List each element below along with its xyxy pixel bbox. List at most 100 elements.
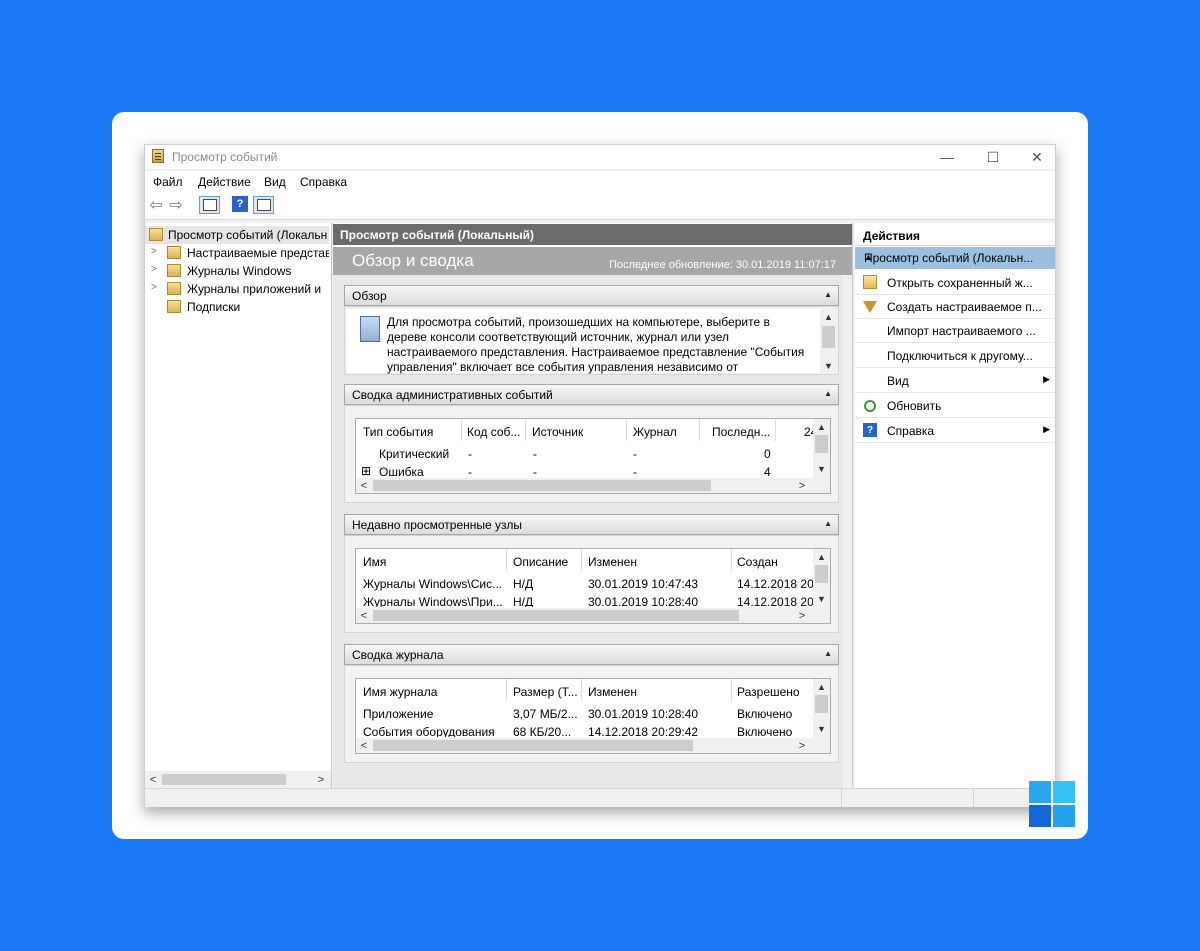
scroll-down-icon[interactable]: ▼ [813,591,830,606]
action-view[interactable]: Вид ▶ [855,369,1055,393]
column-header[interactable]: Имя журнала [363,685,437,699]
table-row[interactable]: Критический - - - 0 [356,447,816,465]
collapse-icon[interactable]: ▲ [864,252,1049,262]
actions-group-header[interactable]: Просмотр событий (Локальн... ▲ [855,247,1055,269]
column-header[interactable]: Журнал [633,425,677,439]
overview-vertical-scrollbar[interactable]: ▲ ▼ [820,309,837,373]
scroll-thumb[interactable] [815,435,828,453]
column-divider[interactable] [731,549,732,571]
column-header[interactable]: Код соб... [467,425,520,439]
horizontal-scrollbar[interactable]: < > [356,738,830,753]
expand-icon[interactable]: ⊞ [361,465,371,477]
collapse-icon[interactable]: ▲ [824,290,832,299]
column-header[interactable]: Последн... [712,425,770,439]
table-row[interactable]: Журналы Windows\При... Н/Д 30.01.2019 10… [356,595,814,607]
scroll-right-icon[interactable]: > [794,608,810,623]
scroll-left-icon[interactable]: < [356,478,372,493]
action-refresh[interactable]: Обновить [855,394,1055,418]
scroll-up-icon[interactable]: ▲ [813,419,830,434]
scroll-thumb[interactable] [373,740,693,751]
menu-file[interactable]: Файл [153,175,183,189]
tree-item-app-logs[interactable]: > Журналы приложений и [145,280,329,298]
scroll-down-icon[interactable]: ▼ [813,461,830,476]
action-help[interactable]: ? Справка ▶ [855,419,1055,443]
table-row[interactable]: ⊞ Ошибка - - - 4 [356,465,816,477]
column-header[interactable]: Имя [363,555,386,569]
column-header[interactable]: Создан [737,555,778,569]
menu-action[interactable]: Действие [198,175,251,189]
section-recent-nodes-header[interactable]: Недавно просмотренные узлы ▲ [344,514,839,535]
scroll-thumb[interactable] [373,610,739,621]
vertical-scrollbar[interactable]: ▲ ▼ [813,419,830,478]
table-row[interactable]: Приложение 3,07 МБ/2... 30.01.2019 10:28… [356,707,814,725]
scroll-right-icon[interactable]: > [794,478,810,493]
scroll-right-icon[interactable]: > [313,771,329,788]
column-divider[interactable] [461,419,462,441]
minimize-button[interactable]: — [925,145,969,169]
show-hide-console-tree-icon[interactable] [199,196,220,214]
column-divider[interactable] [581,679,582,701]
help-icon[interactable]: ? [232,196,248,212]
scroll-thumb[interactable] [815,695,828,713]
table-row[interactable]: События оборудования 68 КБ/20... 14.12.2… [356,725,814,737]
tree-item-root[interactable]: Просмотр событий (Локальн [145,226,329,244]
vertical-scrollbar[interactable]: ▲ ▼ [813,549,830,608]
collapse-icon[interactable]: ▲ [824,519,832,528]
column-divider[interactable] [506,679,507,701]
action-import-custom-view[interactable]: Импорт настраиваемого ... [855,319,1055,343]
tree-item-subscriptions[interactable]: Подписки [145,298,329,316]
scroll-up-icon[interactable]: ▲ [813,679,830,694]
column-header[interactable]: Источник [532,425,583,439]
center-vertical-scrollbar[interactable] [843,275,852,788]
column-divider[interactable] [699,419,700,441]
column-divider[interactable] [525,419,526,441]
column-header[interactable]: Тип события [363,425,433,439]
column-divider[interactable] [581,549,582,571]
vertical-scrollbar[interactable]: ▲ ▼ [813,679,830,738]
column-divider[interactable] [626,419,627,441]
horizontal-scrollbar[interactable]: < > [356,478,830,493]
column-header[interactable]: Изменен [588,685,637,699]
scroll-up-icon[interactable]: ▲ [813,549,830,564]
scroll-left-icon[interactable]: < [145,771,161,788]
action-connect-to-another[interactable]: Подключиться к другому... [855,344,1055,368]
tree-item-custom-views[interactable]: > Настраиваемые представ [145,244,329,262]
close-button[interactable]: ✕ [1015,145,1059,169]
show-hide-action-pane-icon[interactable] [253,196,274,214]
column-header[interactable]: Описание [513,555,568,569]
scroll-thumb[interactable] [162,774,286,785]
column-header[interactable]: Изменен [588,555,637,569]
action-create-custom-view[interactable]: Создать настраиваемое п... [855,295,1055,319]
scroll-right-icon[interactable]: > [794,738,810,753]
tree-horizontal-scrollbar[interactable]: < > [145,771,331,788]
column-divider[interactable] [506,549,507,571]
chevron-right-icon[interactable]: > [151,264,157,275]
maximize-button[interactable]: ☐ [971,145,1015,169]
table-row[interactable]: Журналы Windows\Сис... Н/Д 30.01.2019 10… [356,577,814,595]
column-header[interactable]: Размер (Т... [513,685,578,699]
collapse-icon[interactable]: ▲ [824,649,832,658]
column-divider[interactable] [775,419,776,441]
column-divider[interactable] [731,679,732,701]
forward-arrow-icon[interactable]: ⇨ [167,196,185,214]
menu-view[interactable]: Вид [264,175,286,189]
action-open-saved-log[interactable]: Открыть сохраненный ж... [855,271,1055,295]
scroll-thumb[interactable] [822,326,835,348]
scroll-left-icon[interactable]: < [356,738,372,753]
horizontal-scrollbar[interactable]: < > [356,608,830,623]
chevron-right-icon[interactable]: > [151,246,157,257]
section-log-summary-header[interactable]: Сводка журнала ▲ [344,644,839,665]
chevron-right-icon[interactable]: > [151,282,157,293]
section-admin-summary-header[interactable]: Сводка административных событий ▲ [344,384,839,405]
scroll-up-icon[interactable]: ▲ [820,309,837,324]
column-header[interactable]: Разрешено [737,685,800,699]
section-overview-header[interactable]: Обзор ▲ [344,285,839,306]
scroll-thumb[interactable] [373,480,711,491]
scroll-down-icon[interactable]: ▼ [820,358,837,373]
scroll-left-icon[interactable]: < [356,608,372,623]
collapse-icon[interactable]: ▲ [824,389,832,398]
tree-item-windows-logs[interactable]: > Журналы Windows [145,262,329,280]
scroll-down-icon[interactable]: ▼ [813,721,830,736]
menu-help[interactable]: Справка [300,175,347,189]
scroll-thumb[interactable] [815,565,828,583]
